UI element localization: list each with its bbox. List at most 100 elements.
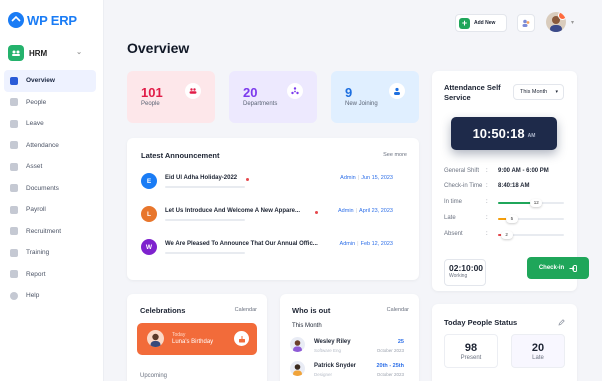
working-time-label: Working — [449, 273, 468, 279]
checkin-time-row: Check-in Time: 8:40:18 AM — [444, 183, 530, 189]
period-dropdown[interactable]: This Month ▾ — [513, 84, 564, 100]
present-stat[interactable]: 98 Present — [444, 334, 498, 368]
sidebar-item-asset[interactable]: Asset — [4, 156, 96, 178]
sidebar-item-training[interactable]: Training — [4, 242, 96, 264]
present-label: Present — [460, 355, 482, 361]
add-new-button[interactable]: + Add New — [455, 14, 507, 32]
announcement-item[interactable]: L Let Us Introduce And Welcome A New App… — [141, 205, 393, 229]
person-role: Software Eng — [314, 348, 342, 353]
unread-dot — [246, 178, 249, 181]
sidebar-item-label: Leave — [26, 120, 44, 128]
page-title: Overview — [127, 40, 190, 56]
stat-value: 101 — [141, 85, 163, 100]
clock-time: 10:50:18 — [472, 126, 525, 141]
period-value: This Month — [520, 89, 548, 95]
sidebar-item-leave[interactable]: Leave — [4, 113, 96, 135]
announcement-author[interactable]: Admin — [340, 241, 356, 247]
announcement-avatar: L — [141, 206, 157, 222]
sidebar-item-payroll[interactable]: Payroll — [4, 199, 96, 221]
stat-card-people[interactable]: 101 People — [127, 71, 215, 123]
stat-card-new-joining[interactable]: 9 New Joining — [331, 71, 419, 123]
progress-track: 2 — [498, 231, 564, 239]
calendar-link[interactable]: Calendar — [387, 307, 409, 313]
announcement-avatar: E — [141, 173, 157, 189]
checkin-time-label: Check-in Time — [444, 183, 483, 189]
live-clock: 10:50:18 AM — [451, 117, 557, 150]
shift-label: General Shift — [444, 168, 480, 174]
team-switch-button[interactable] — [517, 14, 535, 32]
user-avatar[interactable] — [546, 12, 566, 32]
announcement-date: April 23, 2023 — [359, 208, 393, 214]
divider — [165, 219, 245, 221]
announcement-card: Latest Announcement See more E Eid Ul Ad… — [127, 138, 419, 280]
person-name: Patrick Snyder — [314, 363, 357, 369]
sidebar-item-report[interactable]: Report — [4, 264, 96, 286]
attendance-icon — [10, 141, 18, 150]
who-is-out-card: Who is out Calendar This Month Wesley Ri… — [280, 294, 419, 381]
card-title: Attendance Self Service — [444, 83, 501, 102]
sidebar-item-label: People — [26, 98, 47, 106]
period-label: This Month — [292, 323, 322, 329]
working-time-value: 02:10:00 — [449, 263, 484, 273]
announcement-meta: Admin | Jun 15, 2023 — [340, 175, 393, 181]
announcement-item[interactable]: E Eid Ul Adha Holiday-2022 Admin | Jun 15,… — [141, 172, 393, 196]
unread-dot — [315, 211, 318, 214]
sidebar-item-label: Report — [26, 270, 46, 278]
chevron-down-icon[interactable]: ▾ — [571, 19, 574, 26]
celebration-title: Luna's Birthday — [172, 339, 214, 345]
sidebar-item-label: Attendance — [26, 141, 59, 149]
sidebar-item-recruitment[interactable]: Recruitment — [4, 221, 96, 243]
people-icon — [185, 83, 201, 99]
stat-value: 20 — [243, 85, 258, 100]
see-more-link[interactable]: See more — [383, 152, 407, 158]
announcement-date: Feb 12, 2023 — [360, 241, 393, 247]
sidebar-item-people[interactable]: People — [4, 92, 96, 114]
sidebar-nav: Overview People Leave Attendance Asset D… — [4, 70, 96, 307]
late-stat[interactable]: 20 Late — [511, 334, 565, 368]
login-arrow-icon — [569, 264, 578, 272]
out-person[interactable]: Patrick Snyder Designer 20th - 25th Octo… — [290, 361, 404, 381]
announcement-title[interactable]: Eid Ul Adha Holiday-2022 — [165, 175, 237, 181]
sidebar: WP ERP HRM ⌄ Overview People Leave Atten… — [0, 0, 104, 381]
progress-value: 2 — [500, 231, 513, 239]
progress-value: 5 — [505, 215, 518, 223]
brand-logo[interactable]: WP ERP — [8, 12, 77, 28]
card-title: Who is out — [292, 306, 331, 315]
folder-icon — [10, 184, 18, 193]
sidebar-item-label: Overview — [26, 77, 55, 85]
sidebar-item-documents[interactable]: Documents — [4, 178, 96, 200]
edit-icon[interactable] — [558, 313, 565, 331]
sidebar-item-label: Asset — [26, 163, 43, 171]
chevron-down-icon: ▾ — [555, 89, 558, 95]
today-people-status-card: Today People Status 98 Present 20 Late — [432, 304, 577, 381]
module-switcher[interactable]: HRM ⌄ — [8, 42, 96, 64]
late-count: 20 — [531, 342, 545, 354]
sidebar-item-label: Recruitment — [26, 227, 62, 235]
stat-value: 9 — [345, 85, 353, 100]
stat-card-departments[interactable]: 20 Departments — [229, 71, 317, 123]
announcement-title[interactable]: Let Us Introduce And Welcome A New Appar… — [165, 208, 300, 214]
today-celebration[interactable]: Today Luna's Birthday — [137, 323, 257, 355]
new-joining-icon — [389, 83, 405, 99]
check-in-label: Check-in — [538, 265, 565, 271]
out-person[interactable]: Wesley Riley Software Eng 25 October 202… — [290, 337, 404, 359]
progress-track: 5 — [498, 215, 564, 223]
announcement-author[interactable]: Admin — [340, 175, 356, 181]
asset-icon — [10, 162, 18, 171]
stat-label: Departments — [243, 101, 278, 107]
announcement-author[interactable]: Admin — [338, 208, 354, 214]
shift-value: 9:00 AM - 6:00 PM — [498, 168, 549, 174]
sidebar-item-attendance[interactable]: Attendance — [4, 135, 96, 157]
chevron-down-icon: ⌄ — [76, 49, 82, 56]
sidebar-item-help[interactable]: Help — [4, 285, 96, 307]
sidebar-item-overview[interactable]: Overview — [4, 70, 96, 92]
celebrant-avatar — [147, 330, 164, 347]
check-in-button[interactable]: Check-in — [527, 257, 589, 279]
calendar-link[interactable]: Calendar — [235, 307, 257, 313]
announcement-title[interactable]: We Are Pleased To Announce That Our Annu… — [165, 241, 318, 247]
late-label: Late — [532, 355, 544, 361]
out-month: October 2023 — [376, 372, 404, 377]
announcement-item[interactable]: W We Are Pleased To Announce That Our An… — [141, 238, 393, 262]
card-title: Celebrations — [140, 306, 186, 315]
bar-label: In time — [444, 199, 463, 205]
